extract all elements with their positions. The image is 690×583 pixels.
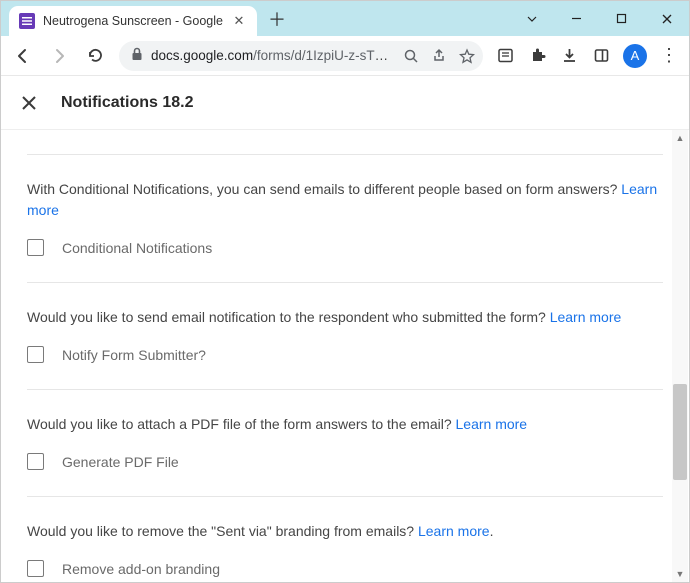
learn-more-link[interactable]: Learn more [550,309,622,325]
scroll-down-icon[interactable]: ▼ [672,566,688,582]
browser-menu-icon[interactable]: ⋮ [655,42,683,70]
section-conditional-notifications: With Conditional Notifications, you can … [27,154,663,283]
extensions-icon[interactable] [523,42,551,70]
checkbox-label: Generate PDF File [62,454,179,470]
star-icon[interactable] [459,48,475,64]
dialog-close-icon[interactable] [19,93,39,113]
downloads-icon[interactable] [555,42,583,70]
tab-title: Neutrogena Sunscreen - Google [43,14,223,28]
scroll-thumb[interactable] [673,384,687,480]
checkbox-label: Remove add-on branding [62,561,220,577]
section-notify-submitter: Would you like to send email notificatio… [27,283,663,390]
checkbox-label: Notify Form Submitter? [62,347,206,363]
address-bar[interactable]: docs.google.com/forms/d/1IzpiU-z-sTW… [119,41,483,71]
lock-icon [131,47,143,64]
forward-button[interactable] [43,40,75,72]
section-description: With Conditional Notifications, you can … [27,179,663,221]
reader-icon[interactable] [491,42,519,70]
zoom-icon[interactable] [403,48,419,64]
url-text: docs.google.com/forms/d/1IzpiU-z-sTW… [151,48,395,63]
scrollbar[interactable]: ▲ ▼ [672,130,688,582]
share-icon[interactable] [431,48,447,64]
learn-more-link[interactable]: Learn more [418,523,490,539]
browser-tab[interactable]: Neutrogena Sunscreen - Google ✕ [9,6,257,36]
checkbox-remove-branding[interactable] [27,560,44,577]
section-description: Would you like to attach a PDF file of t… [27,414,663,435]
section-generate-pdf: Would you like to attach a PDF file of t… [27,390,663,497]
profile-avatar[interactable]: A [623,44,647,68]
reload-button[interactable] [79,40,111,72]
window-titlebar: Neutrogena Sunscreen - Google ✕ ＋ [1,1,689,36]
checkbox-notify-submitter[interactable] [27,346,44,363]
section-description: Would you like to remove the "Sent via" … [27,521,663,542]
maximize-button[interactable] [599,4,644,34]
new-tab-button[interactable]: ＋ [263,5,291,33]
back-button[interactable] [7,40,39,72]
close-window-button[interactable] [644,4,689,34]
content-area: With Conditional Notifications, you can … [1,130,689,582]
browser-toolbar: docs.google.com/forms/d/1IzpiU-z-sTW… A … [1,36,689,76]
minimize-button[interactable] [554,4,599,34]
window-controls [509,1,689,36]
tab-strip: Neutrogena Sunscreen - Google ✕ ＋ [1,1,291,36]
dialog-header: Notifications 18.2 [1,76,689,130]
omnibox-actions [403,48,475,64]
section-remove-branding: Would you like to remove the "Sent via" … [27,497,663,582]
tab-close-icon[interactable]: ✕ [231,13,247,29]
dialog-title: Notifications 18.2 [61,94,193,112]
sidepanel-icon[interactable] [587,42,615,70]
checkbox-generate-pdf[interactable] [27,453,44,470]
section-description: Would you like to send email notificatio… [27,307,663,328]
checkbox-label: Conditional Notifications [62,240,212,256]
learn-more-link[interactable]: Learn more [456,416,528,432]
forms-icon [19,13,35,29]
scroll-up-icon[interactable]: ▲ [672,130,688,146]
checkbox-conditional-notifications[interactable] [27,239,44,256]
caret-down-icon[interactable] [509,4,554,34]
